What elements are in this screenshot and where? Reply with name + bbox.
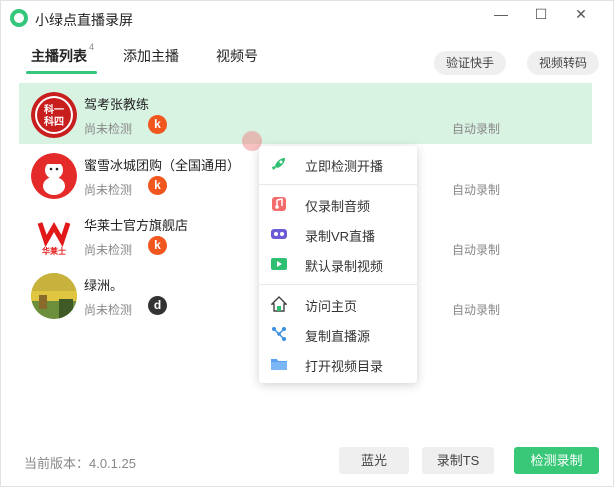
menu-item-visit-home[interactable]: 访问主页 [259, 289, 417, 319]
record-mode: 自动录制 [452, 122, 501, 136]
menu-item-copy-source[interactable]: 复制直播源 [259, 319, 417, 349]
kuaishou-platform-icon: k [148, 115, 167, 134]
menu-item-check-live[interactable]: 立即检测开播 [259, 149, 417, 179]
app-title: 小绿点直播录屏 [35, 12, 133, 28]
active-tab-indicator [26, 71, 97, 74]
streamer-name: 驾考张教练 [84, 97, 150, 112]
menu-item-open-folder[interactable]: 打开视频目录 [259, 349, 417, 379]
record-mode: 自动录制 [452, 183, 501, 197]
rocket-icon [271, 156, 287, 172]
avatar-text-line2: 科四 [44, 115, 64, 128]
app-logo-icon [10, 9, 28, 27]
streamer-status: 尚未检测 [84, 183, 133, 197]
menu-item-audio-only[interactable]: 仅录制音频 [259, 189, 417, 219]
folder-icon [271, 356, 287, 372]
share-icon [271, 326, 287, 342]
menu-item-label: 默认录制视频 [305, 259, 384, 274]
tab-count-badge: 4 [89, 42, 95, 52]
record-mode: 自动录制 [452, 243, 501, 257]
streamer-status: 尚未检测 [84, 122, 133, 136]
video-icon [271, 256, 287, 272]
vr-icon [271, 226, 287, 242]
streamer-name: 华莱士官方旗舰店 [84, 218, 189, 233]
avatar [31, 153, 77, 199]
menu-item-vr-live[interactable]: 录制VR直播 [259, 219, 417, 249]
menu-item-label: 录制VR直播 [305, 229, 376, 244]
record-mode: 自动录制 [452, 303, 501, 317]
maximize-button[interactable]: ☐ [529, 5, 553, 23]
menu-item-label: 仅录制音频 [305, 199, 371, 214]
streamer-name: 蜜雪冰城团购（全国通用） [84, 158, 241, 173]
bluray-button[interactable]: 蓝光 [339, 447, 409, 474]
avatar: 科一 科四 [31, 92, 77, 138]
tab-streamer-list[interactable]: 主播列表 [31, 46, 87, 66]
streamer-name: 绿洲。 [84, 278, 124, 293]
menu-item-label: 复制直播源 [305, 329, 371, 344]
record-ts-button[interactable]: 录制TS [422, 447, 494, 474]
streamer-row[interactable]: 科一 科四 驾考张教练 尚未检测 k 自动录制 [19, 83, 592, 144]
version-label: 当前版本：4.0.1.25 [24, 456, 136, 471]
video-transcode-button[interactable]: 视频转码 [527, 51, 600, 75]
avatar-text-line1: 科一 [44, 103, 64, 116]
avatar [31, 273, 77, 319]
douyin-platform-icon: d [148, 296, 167, 315]
menu-separator [259, 184, 417, 185]
check-record-button[interactable]: 检测录制 [514, 447, 599, 474]
menu-item-label: 访问主页 [305, 299, 358, 314]
avatar-text: 华莱士 [42, 246, 66, 256]
streamer-status: 尚未检测 [84, 303, 133, 317]
kuaishou-platform-icon: k [148, 236, 167, 255]
menu-separator [259, 284, 417, 285]
home-icon [270, 296, 288, 312]
close-button[interactable]: ✕ [569, 5, 593, 23]
title-bar: 小绿点直播录屏 — ☐ ✕ [1, 1, 614, 35]
kuaishou-platform-icon: k [148, 176, 167, 195]
menu-item-label: 打开视频目录 [305, 359, 384, 374]
minimize-button[interactable]: — [489, 5, 513, 23]
verify-kuaishou-button[interactable]: 验证快手 [434, 51, 507, 75]
menu-item-default-video[interactable]: 默认录制视频 [259, 249, 417, 279]
tab-video-channel[interactable]: 视频号 [216, 46, 258, 66]
streamer-status: 尚未检测 [84, 243, 133, 257]
context-menu: 立即检测开播 仅录制音频 录制VR直播 默认录制视频 访问主页 复制直播源 打开… [259, 146, 417, 383]
app-window: 小绿点直播录屏 — ☐ ✕ 主播列表 4 添加主播 视频号 验证快手 视频转码 … [0, 0, 614, 487]
tab-add-streamer[interactable]: 添加主播 [123, 46, 179, 66]
music-icon [271, 196, 287, 212]
avatar: 华莱士 [31, 213, 77, 259]
menu-item-label: 立即检测开播 [305, 159, 384, 174]
